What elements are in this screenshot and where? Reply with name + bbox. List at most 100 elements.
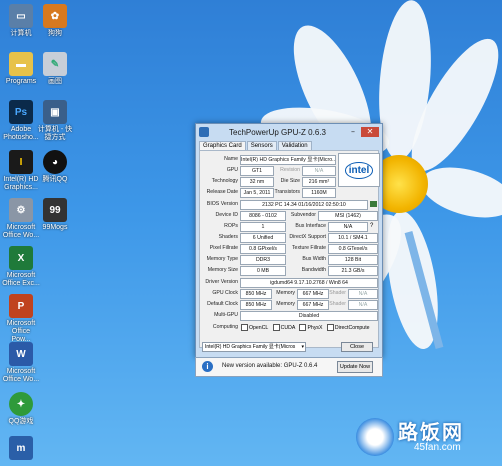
rops-label: ROPs	[224, 223, 238, 229]
photoshop-icon: Ps	[9, 100, 33, 124]
driver-version-label: Driver Version	[205, 279, 238, 285]
close-button[interactable]: Close	[341, 342, 373, 352]
bios-version-field: 2132 PC 14.34 01/16/2012 02:50:10	[240, 200, 368, 210]
texture-fillrate-field: 0.8 GTexel/s	[328, 244, 378, 254]
tab-graphics-card[interactable]: Graphics Card	[199, 141, 246, 150]
directx-support-field: 10.1 / SM4.1	[328, 233, 378, 243]
default-clock-shader-field: N/A	[348, 300, 378, 310]
shaders-label: Shaders	[218, 234, 238, 240]
intel-logo: intel	[338, 153, 380, 187]
release-date-field: Jan 5, 2011	[240, 188, 274, 198]
watermark-logo: 路饭网 45fan.com	[356, 416, 496, 458]
bus-width-field: 128 Bit	[328, 255, 378, 265]
desktop-icon-app[interactable]: m	[2, 436, 40, 460]
computing-label: Computing	[212, 324, 238, 330]
gpu-label: GPU	[226, 167, 238, 173]
transistors-label: Transistors	[274, 189, 300, 195]
bus-width-label: Bus Width	[302, 256, 326, 262]
pixel-fillrate-label: Pixel Fillrate	[209, 245, 238, 251]
memory-size-field: 0 MB	[240, 266, 286, 276]
desktop-icon-computer[interactable]: ▭ 计算机	[2, 4, 40, 38]
excel-icon: X	[9, 246, 33, 270]
release-date-label: Release Date	[206, 189, 238, 195]
game-icon: 99	[43, 198, 67, 222]
info-icon: i	[202, 361, 213, 372]
driver-version-field: igdumd64 9.17.10.2768 / Win8 64	[240, 278, 378, 288]
gpuz-window: TechPowerUp GPU-Z 0.6.3 – ✕ Graphics Car…	[195, 123, 383, 358]
pixel-fillrate-field: 0.8 GPixel/s	[240, 244, 286, 254]
bandwidth-field: 21.3 GB/s	[328, 266, 378, 276]
physx-checkbox[interactable]	[299, 324, 307, 331]
die-size-field: 216 mm²	[302, 177, 336, 187]
qqgame-icon: ✦	[9, 392, 33, 416]
help-button[interactable]: ?	[370, 223, 373, 229]
tab-validation[interactable]: Validation	[277, 141, 312, 150]
tab-sensors[interactable]: Sensors	[246, 141, 277, 150]
update-notification: i New version available: GPU-Z 0.6.4 Upd…	[195, 357, 383, 377]
opencl-checkbox[interactable]	[241, 324, 248, 331]
revision-label: Revision	[280, 167, 300, 173]
gpu-select-dropdown[interactable]: Intel(R) HD Graphics Family 显卡(Micros ▾	[202, 342, 306, 352]
name-label: Name	[224, 156, 238, 162]
opencl-label: OpenCL	[249, 324, 269, 331]
word-icon: W	[9, 342, 33, 366]
powerpoint-icon: P	[9, 294, 33, 318]
desktop-icon-shortcut[interactable]: ▣ 计算机 - 快捷方式	[36, 100, 74, 142]
gpu-field: GT1	[240, 166, 274, 176]
desktop-icon-paint[interactable]: ✎ 画图	[36, 52, 74, 86]
gpuz-app-icon	[199, 127, 209, 137]
desktop-icon-photoshop[interactable]: Ps Adobe Photosho...	[2, 100, 40, 142]
default-clock-field: 850 MHz	[240, 300, 272, 310]
watermark-circle-icon	[356, 418, 394, 456]
directcompute-label: DirectCompute	[334, 324, 370, 331]
desktop-icon-excel[interactable]: X Microsoft Office Exc...	[2, 246, 40, 288]
default-clock-shader-label: Shader	[329, 301, 346, 307]
desktop-icon-puzzle[interactable]: ✿ 狗狗	[36, 4, 74, 38]
title-bar[interactable]: TechPowerUp GPU-Z 0.6.3 – ✕	[196, 124, 382, 140]
gpu-clock-shader-label: Shader	[329, 290, 346, 296]
graphics-card-panel: Name Intel(R) HD Graphics Family 显卡(Micr…	[199, 150, 380, 348]
default-clock-memory-label: Memory	[276, 301, 295, 307]
gpu-clock-label: GPU Clock	[212, 290, 238, 296]
computer-icon: ▭	[9, 4, 33, 28]
update-now-button[interactable]: Update Now	[337, 361, 373, 373]
directx-support-label: DirectX Support	[289, 234, 326, 240]
shortcut-icon: ▣	[43, 100, 67, 124]
gpu-clock-field: 850 MHz	[240, 289, 272, 299]
desktop-icon-qq[interactable]: ◕ 腾讯QQ	[36, 150, 74, 184]
close-window-button[interactable]: ✕	[361, 127, 379, 137]
office-icon: ⚙	[9, 198, 33, 222]
puzzle-icon: ✿	[43, 4, 67, 28]
texture-fillrate-label: Texture Fillrate	[291, 245, 326, 251]
desktop-icon-programs[interactable]: ▬ Programs	[2, 52, 40, 86]
gpu-clock-memory-field: 667 MHz	[297, 289, 329, 299]
intel-icon: I	[9, 150, 33, 174]
gpu-clock-shader-field: N/A	[348, 289, 378, 299]
cuda-checkbox[interactable]	[272, 324, 280, 331]
update-message: New version available: GPU-Z 0.6.4	[222, 363, 318, 369]
technology-label: Technology	[211, 178, 238, 184]
window-bottom-bar: Intel(R) HD Graphics Family 显卡(Micros ▾ C…	[199, 342, 379, 352]
paint-icon: ✎	[43, 52, 67, 76]
bios-save-icon[interactable]	[370, 201, 377, 207]
desktop-icon-word[interactable]: W Microsoft Office Wo...	[2, 342, 40, 384]
chevron-down-icon: ▾	[301, 344, 304, 350]
minimize-button[interactable]: –	[346, 127, 360, 137]
name-field: Intel(R) HD Graphics Family 显卡(Micro...	[240, 155, 336, 165]
desktop-icon-powerpoint[interactable]: P Microsoft Office Pow...	[2, 294, 40, 344]
memory-type-field: DDR3	[240, 255, 286, 265]
app-icon: m	[9, 436, 33, 460]
bandwidth-label: Bandwidth	[301, 267, 326, 273]
window-title: TechPowerUp GPU-Z 0.6.3	[229, 127, 326, 137]
gpu-clock-memory-label: Memory	[276, 290, 295, 296]
directcompute-checkbox[interactable]	[326, 324, 334, 331]
desktop-icon-intel[interactable]: I Intel(R) HD Graphics...	[2, 150, 40, 192]
bus-interface-label: Bus Interface	[295, 223, 326, 229]
cuda-label: CUDA	[280, 324, 296, 331]
desktop-icon-qqgame[interactable]: ✦ QQ游戏	[2, 392, 40, 426]
desktop-icon-99mogs[interactable]: 99 99Mogs	[36, 198, 74, 232]
desktop-icon-office-word-1[interactable]: ⚙ Microsoft Office Wo...	[2, 198, 40, 240]
physx-label: PhysX	[307, 324, 323, 331]
default-clock-label: Default Clock	[207, 301, 238, 307]
revision-field: N/A	[302, 166, 336, 176]
